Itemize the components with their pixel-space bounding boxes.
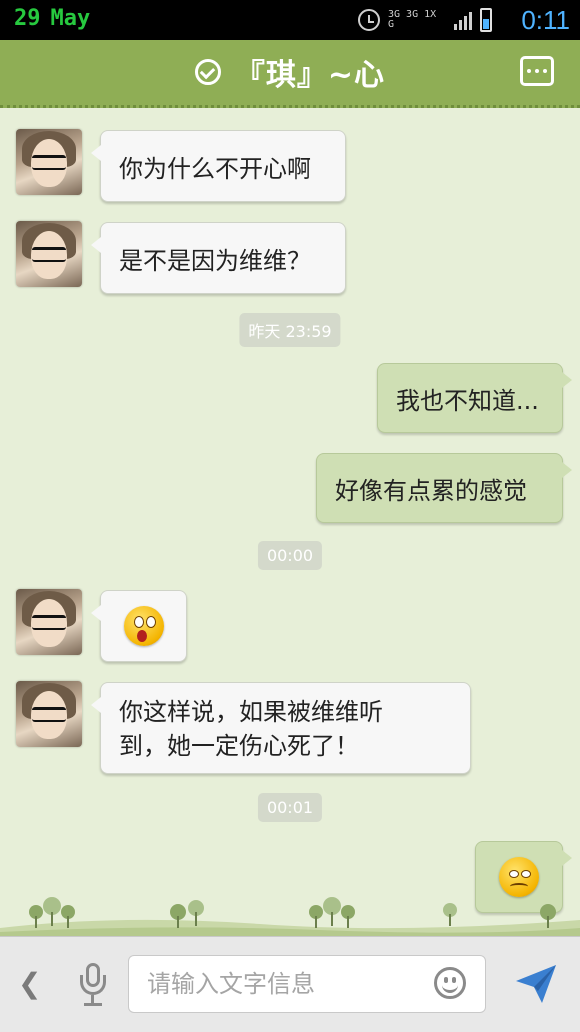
dot-icon [527, 69, 531, 73]
message-text: 你为什么不开心啊 [119, 154, 311, 183]
dot-icon [543, 69, 547, 73]
message-text: 是不是因为维维？ [119, 246, 311, 275]
more-menu-button[interactable] [520, 56, 554, 86]
alarm-icon [358, 9, 380, 31]
contact-avatar[interactable] [16, 589, 82, 655]
message-bubble-incoming[interactable]: 你为什么不开心啊 [91, 130, 346, 202]
timestamp: 昨天 23:59 [239, 313, 341, 347]
status-icons: 3G 3G 1X G [358, 8, 492, 32]
title-wrap: 『琪』~心 [0, 40, 580, 104]
network-indicator: 3G 3G 1X G [388, 9, 437, 30]
surprised-face-icon [123, 606, 164, 646]
message-input[interactable] [128, 955, 486, 1013]
message-bubble-outgoing[interactable]: 我也不知道... [377, 363, 572, 433]
dot-icon [535, 69, 539, 73]
timestamp: 00:00 [257, 541, 323, 570]
status-bar: 29 May 3G 3G 1X G 0:11 [0, 0, 580, 40]
timestamp: 00:01 [257, 793, 323, 822]
send-icon[interactable] [512, 961, 560, 1007]
status-month: May [50, 6, 91, 31]
collapse-chevron-icon[interactable]: ❮ [18, 967, 41, 1000]
message-bubble-incoming[interactable]: 你这样说，如果被维维听到，她一定伤心死了！ [91, 682, 471, 774]
battery-icon [480, 8, 492, 32]
message-text: 好像有点累的感觉 [335, 476, 527, 505]
message-text: 你这样说，如果被维维听到，她一定伤心死了！ [119, 698, 383, 760]
contact-avatar[interactable] [16, 129, 82, 195]
input-bar: ❮ [0, 936, 580, 1032]
chat-title[interactable]: 『琪』~心 [235, 50, 385, 94]
chat-header: 『琪』~心 [0, 40, 580, 108]
message-text: 我也不知道... [396, 386, 539, 415]
status-time: 0:11 [521, 5, 570, 35]
contact-avatar[interactable] [16, 681, 82, 747]
landscape-decoration [0, 897, 580, 936]
message-bubble-incoming[interactable]: 是不是因为维维？ [91, 222, 346, 294]
emoji-picker-icon[interactable] [434, 967, 466, 999]
contact-avatar[interactable] [16, 221, 82, 287]
message-bubble-incoming[interactable] [91, 590, 187, 662]
status-date: 29 May [14, 6, 90, 31]
check-circle-icon [194, 59, 221, 85]
message-bubble-outgoing[interactable]: 好像有点累的感觉 [316, 453, 572, 523]
signal-icon [454, 10, 472, 30]
microphone-icon[interactable] [78, 963, 108, 1007]
status-day: 29 [14, 6, 41, 31]
message-list[interactable]: 你为什么不开心啊 是不是因为维维？ 昨天 23:59 我也不知道... 好像有点… [0, 108, 580, 936]
